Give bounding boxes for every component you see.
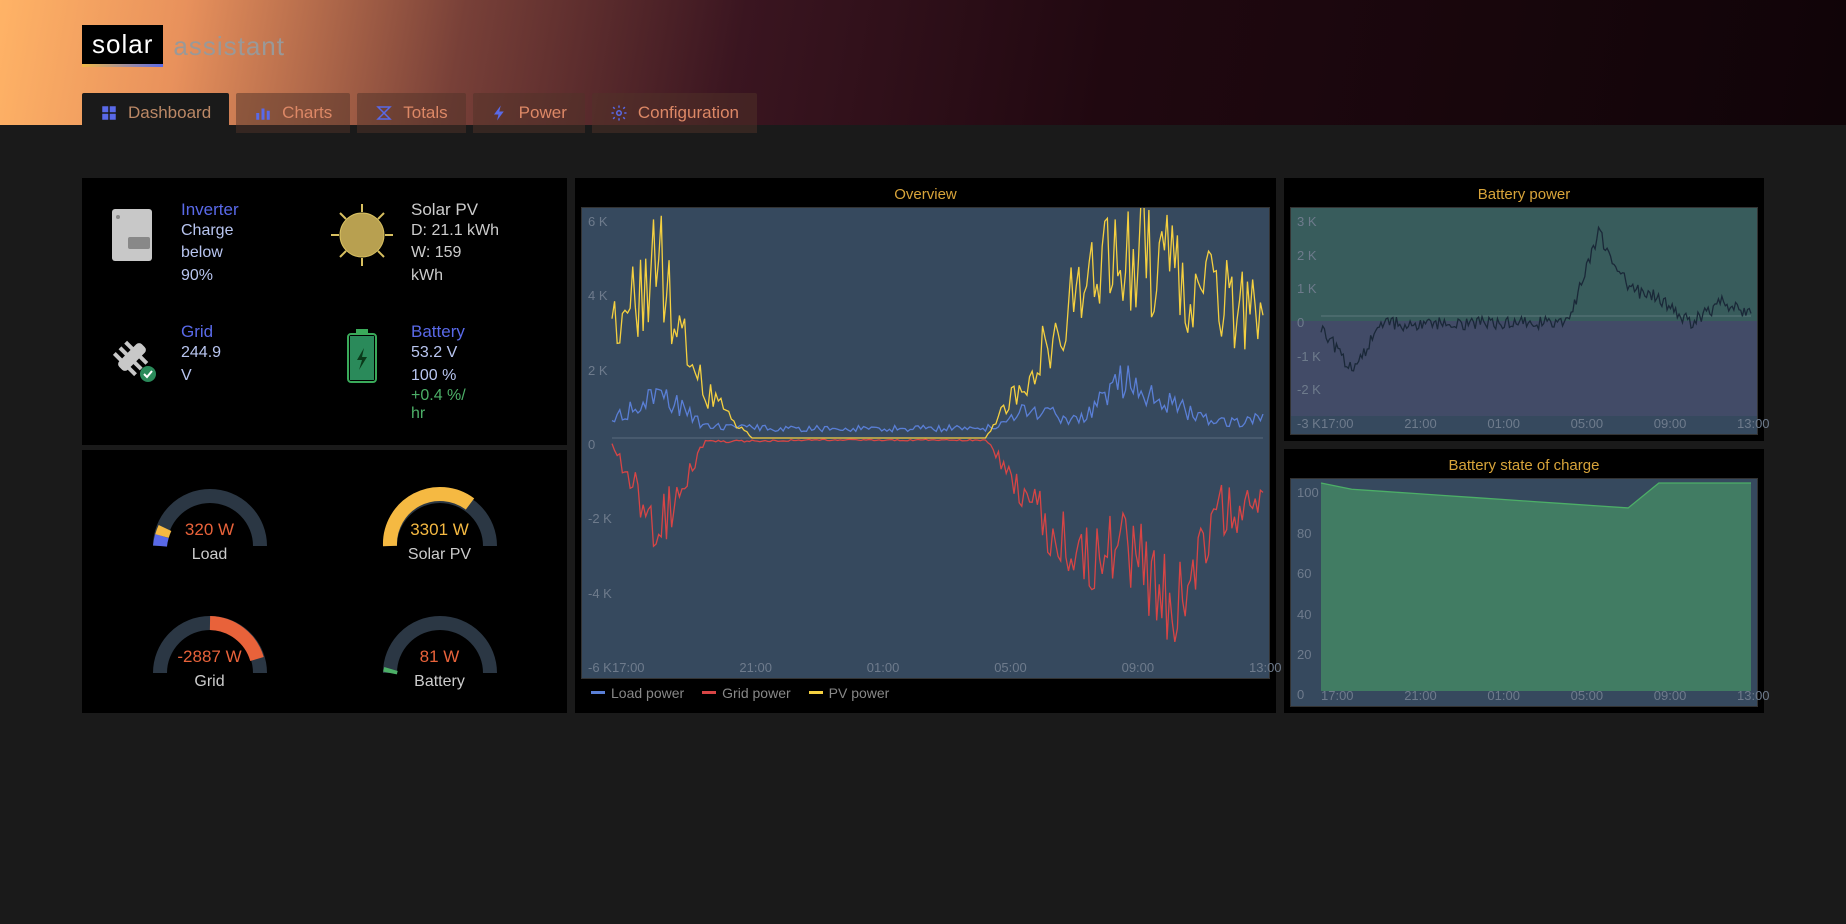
tab-charts[interactable]: Charts — [236, 93, 350, 133]
tab-label: Charts — [282, 103, 332, 123]
legend-load: Load power — [591, 685, 684, 701]
chart-legend: Load power Grid power PV power — [581, 679, 1270, 707]
chart-plot[interactable]: 3 K2 K1 K0-1 K-2 K-3 K17:0021:0001:0005:… — [1290, 207, 1758, 435]
sun-icon — [327, 200, 397, 270]
status-label: Inverter — [181, 200, 239, 220]
gauge-grid: -2887 W Grid — [97, 599, 322, 691]
chart-plot[interactable]: 10080604020017:0021:0001:0005:0009:0013:… — [1290, 478, 1758, 706]
chart-title: Battery state of charge — [1290, 455, 1758, 478]
power-icon — [491, 104, 509, 122]
chart-plot[interactable]: 6 K4 K2 K0-2 K-4 K-6 K17:0021:0001:0005:… — [581, 207, 1270, 679]
chart-overview: Overview 6 K4 K2 K0-2 K-4 K-6 K17:0021:0… — [575, 178, 1276, 713]
gauge-value: 320 W — [185, 520, 234, 540]
gauge-load: 320 W Load — [97, 472, 322, 564]
logo-light: assistant — [173, 31, 285, 62]
status-panel: Inverter Charge below 90% Solar PV D: 21… — [82, 178, 567, 445]
gauge-value: -2887 W — [177, 647, 241, 667]
status-solarpv: Solar PV D: 21.1 kWh W: 159 kWh — [327, 200, 552, 287]
tab-label: Power — [519, 103, 567, 123]
gauge-value: 81 W — [420, 647, 460, 667]
dashboard-icon — [100, 104, 118, 122]
status-label: Solar PV — [411, 200, 499, 220]
gauge-solar: 3301 W Solar PV — [327, 472, 552, 564]
battery-icon — [327, 322, 397, 392]
grid-icon — [97, 322, 167, 392]
gauge-battery: 81 W Battery — [327, 599, 552, 691]
tab-totals[interactable]: Totals — [357, 93, 465, 133]
gear-icon — [610, 104, 628, 122]
chart-title: Overview — [581, 184, 1270, 207]
tab-label: Totals — [403, 103, 447, 123]
chart-battery-soc: Battery state of charge 10080604020017:0… — [1284, 449, 1764, 712]
status-battery: Battery 53.2 V 100 % +0.4 %/ hr — [327, 322, 552, 423]
status-grid: Grid 244.9 V — [97, 322, 322, 423]
gauge-value: 3301 W — [410, 520, 469, 540]
totals-icon — [375, 104, 393, 122]
tab-label: Configuration — [638, 103, 739, 123]
chart-battery-power: Battery power 3 K2 K1 K0-1 K-2 K-3 K17:0… — [1284, 178, 1764, 441]
gauge-label: Grid — [194, 673, 224, 691]
tab-power[interactable]: Power — [473, 93, 585, 133]
status-label: Grid — [181, 322, 221, 342]
gauge-label: Solar PV — [408, 546, 471, 564]
legend-pv: PV power — [809, 685, 890, 701]
legend-grid: Grid power — [702, 685, 790, 701]
tab-dashboard[interactable]: Dashboard — [82, 93, 229, 133]
status-label: Battery — [411, 322, 466, 342]
tab-bar: Dashboard Charts Totals Power Configurat… — [82, 93, 1764, 133]
gauge-label: Battery — [414, 673, 465, 691]
tab-configuration[interactable]: Configuration — [592, 93, 757, 133]
app-logo: solar assistant — [82, 25, 285, 67]
charts-icon — [254, 104, 272, 122]
tab-label: Dashboard — [128, 103, 211, 123]
inverter-icon — [97, 200, 167, 270]
chart-title: Battery power — [1290, 184, 1758, 207]
logo-bold: solar — [82, 25, 163, 67]
status-inverter: Inverter Charge below 90% — [97, 200, 322, 287]
gauge-panel: 320 W Load 3301 W Solar PV -2887 W Grid … — [82, 450, 567, 713]
gauge-label: Load — [192, 546, 228, 564]
